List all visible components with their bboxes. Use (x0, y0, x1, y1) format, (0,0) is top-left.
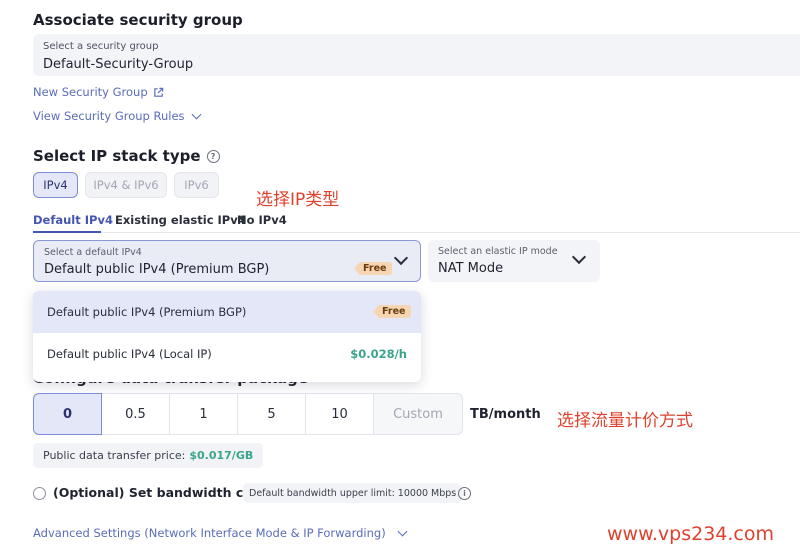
transfer-option-10[interactable]: 10 (306, 393, 374, 435)
dropdown-option-premium-bgp[interactable]: Default public IPv4 (Premium BGP) Free (33, 291, 421, 333)
bandwidth-cap-label[interactable]: (Optional) Set bandwidth cap (53, 485, 261, 500)
new-security-group-link[interactable]: New Security Group (33, 85, 164, 99)
bandwidth-limit-note: Default bandwidth upper limit: 10000 Mbp… (243, 483, 463, 503)
tab-default-ipv4[interactable]: Default IPv4 (33, 213, 113, 227)
advanced-settings-label: Advanced Settings (Network Interface Mod… (33, 526, 386, 540)
tab-active-indicator (33, 231, 101, 233)
transfer-option-custom[interactable]: Custom (374, 393, 463, 435)
transfer-option-0-5[interactable]: 0.5 (102, 393, 170, 435)
ip-stack-option-ipv4-ipv6[interactable]: IPv4 & IPv6 (85, 172, 167, 198)
tab-existing-elastic-ipv4[interactable]: Existing elastic IPv4 (115, 213, 246, 227)
new-security-group-label: New Security Group (33, 85, 148, 99)
info-icon[interactable]: i (458, 487, 471, 500)
help-icon[interactable]: ? (206, 149, 220, 163)
free-badge: Free (354, 262, 393, 275)
dropdown-option-local-ip[interactable]: Default public IPv4 (Local IP) $0.028/h (33, 333, 421, 375)
security-group-select-label: Select a security group (43, 41, 159, 52)
elastic-ip-mode-label: Select an elastic IP mode (438, 246, 558, 257)
dropdown-option-label: Default public IPv4 (Premium BGP) (47, 305, 247, 319)
ip-stack-option-ipv4[interactable]: IPv4 (33, 172, 78, 198)
transfer-unit: TB/month (470, 407, 541, 422)
annotation-ip-type: 选择IP类型 (256, 190, 340, 210)
default-ipv4-select-value: Default public IPv4 (Premium BGP) (44, 262, 270, 277)
chevron-down-icon (571, 249, 587, 265)
default-ipv4-select[interactable]: Select a default IPv4 Default public IPv… (33, 240, 421, 282)
watermark: www.vps234.com (607, 523, 775, 545)
tab-no-ipv4[interactable]: No IPv4 (237, 213, 287, 227)
external-link-icon (153, 87, 163, 97)
security-group-select-value: Default-Security-Group (43, 57, 194, 72)
ip-stack-heading-text: Select IP stack type (33, 147, 201, 165)
tab-divider (33, 232, 800, 233)
transfer-price-label: Public data transfer price: (43, 449, 186, 462)
elastic-ip-mode-value: NAT Mode (438, 261, 504, 276)
view-rules-label: View Security Group Rules (33, 109, 185, 123)
dropdown-option-label: Default public IPv4 (Local IP) (47, 347, 212, 361)
view-security-group-rules-link[interactable]: View Security Group Rules (33, 109, 201, 123)
transfer-option-5[interactable]: 5 (238, 393, 306, 435)
security-group-select[interactable]: Select a security group Default-Security… (33, 34, 800, 76)
chevron-down-icon (191, 109, 201, 119)
dropdown-option-price: $0.028/h (350, 347, 407, 361)
security-group-heading: Associate security group (33, 11, 243, 29)
transfer-price-value: $0.017/GB (189, 449, 254, 462)
bandwidth-cap-radio[interactable] (33, 487, 46, 500)
elastic-ip-mode-select[interactable]: Select an elastic IP mode NAT Mode (428, 240, 600, 282)
transfer-option-1[interactable]: 1 (170, 393, 238, 435)
advanced-settings-link[interactable]: Advanced Settings (Network Interface Mod… (33, 526, 408, 540)
free-badge: Free (373, 305, 412, 318)
default-ipv4-dropdown: Default public IPv4 (Premium BGP) Free D… (33, 291, 421, 382)
ip-stack-heading: Select IP stack type ? (33, 147, 220, 165)
chevron-down-icon (393, 250, 409, 266)
transfer-option-0[interactable]: 0 (33, 393, 102, 435)
annotation-transfer-pricing: 选择流量计价方式 (557, 411, 693, 431)
default-ipv4-select-label: Select a default IPv4 (44, 247, 142, 258)
transfer-price-pill: Public data transfer price: $0.017/GB (33, 443, 264, 468)
chevron-down-icon (397, 526, 408, 536)
ip-stack-option-ipv6[interactable]: IPv6 (174, 172, 219, 198)
